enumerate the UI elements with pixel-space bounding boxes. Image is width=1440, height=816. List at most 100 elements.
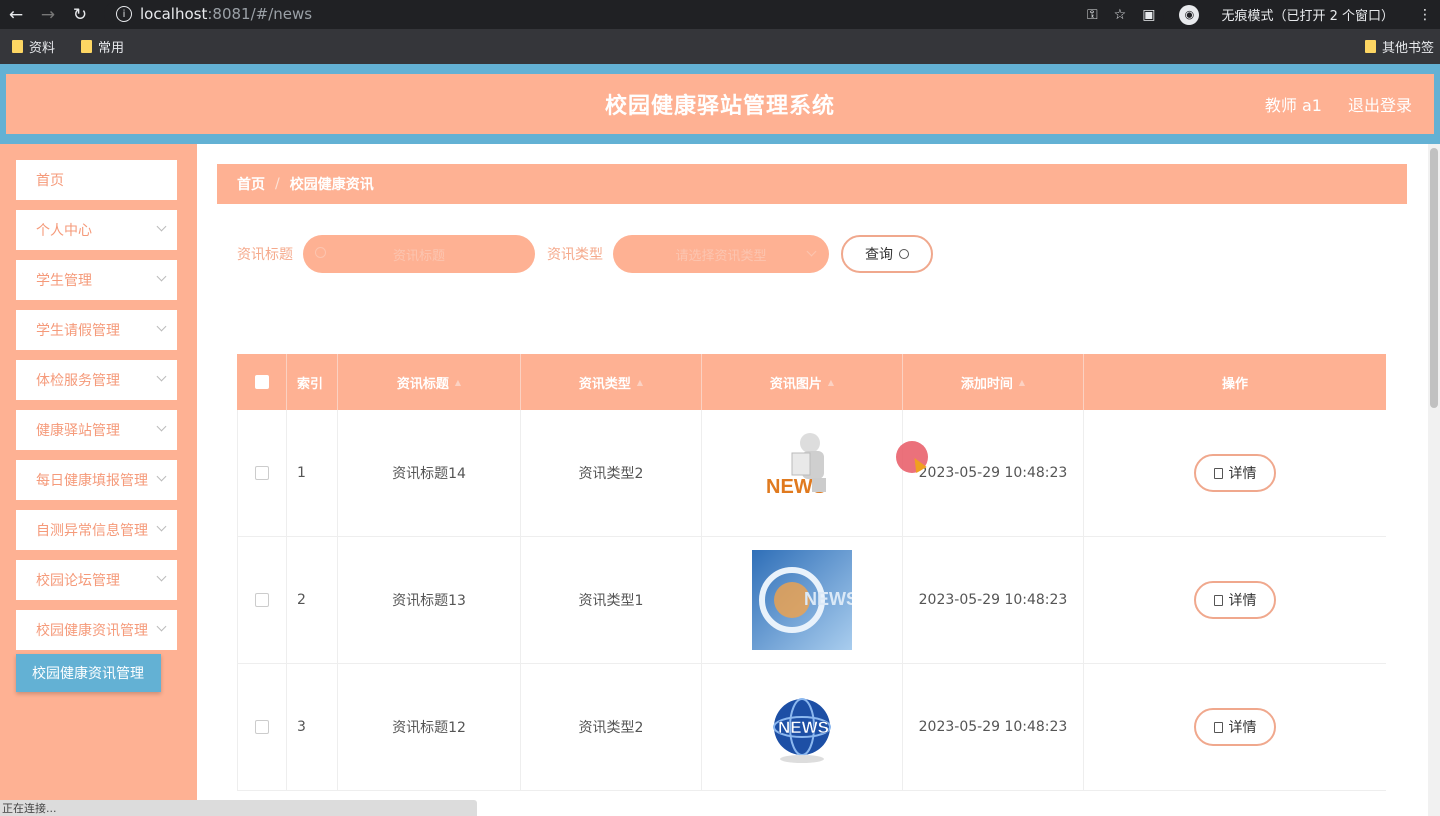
scrollbar-thumb[interactable] <box>1430 148 1438 408</box>
row-checkbox[interactable] <box>255 466 269 480</box>
row-actions: 详情 <box>1084 410 1386 536</box>
row-title: 资讯标题13 <box>338 537 521 663</box>
svg-text:NEWS: NEWS <box>804 589 852 609</box>
sidebar-item-label: 自测异常信息管理 <box>36 523 148 539</box>
column-header-actions: 操作 <box>1221 376 1248 392</box>
row-checkbox[interactable] <box>255 593 269 607</box>
sidebar-item-students[interactable]: 学生管理 <box>16 260 177 300</box>
sidebar-item-label: 每日健康填报管理 <box>36 473 148 489</box>
key-icon[interactable]: ⚿ <box>1087 7 1098 23</box>
main-content: 首页 / 校园健康资讯 资讯标题 资讯标题 资讯类型 请选择资讯类型 查询 索引… <box>197 144 1430 816</box>
document-icon <box>1213 594 1223 606</box>
logout-link[interactable]: 退出登录 <box>1348 92 1412 116</box>
news-thumbnail[interactable]: NEWS <box>752 423 852 523</box>
other-bookmarks-label: 其他书签 <box>1381 41 1434 56</box>
breadcrumb: 首页 / 校园健康资讯 <box>217 164 1407 204</box>
star-icon[interactable]: ☆ <box>1114 7 1127 23</box>
detail-button[interactable]: 详情 <box>1194 581 1276 619</box>
query-button[interactable]: 查询 <box>841 235 933 273</box>
type-select[interactable]: 请选择资讯类型 <box>613 235 829 273</box>
bookmark-folder[interactable]: 常用 <box>81 37 124 56</box>
app-title: 校园健康驿站管理系统 <box>604 94 835 119</box>
bookmark-label: 资料 <box>29 41 56 56</box>
breadcrumb-home[interactable]: 首页 <box>237 174 265 194</box>
sort-icon[interactable]: ▲ <box>455 378 461 387</box>
select-all-checkbox[interactable] <box>254 375 269 389</box>
breadcrumb-current: 校园健康资讯 <box>289 177 374 193</box>
sort-icon[interactable]: ▲ <box>828 378 834 387</box>
browser-actions: ⚿ ☆ ▣ ◉ 无痕模式（已打开 2 个窗口） ⋮ <box>1079 0 1440 29</box>
column-header-title[interactable]: 资讯标题 ▲ <box>338 354 521 410</box>
select-all-cell <box>237 354 287 410</box>
row-title: 资讯标题12 <box>338 664 521 790</box>
current-user: 教师 a1 <box>1264 96 1322 115</box>
app-page: 校园健康驿站管理系统 教师 a1 退出登录 首页 个人中心 学生管理 学生请假管… <box>0 64 1440 816</box>
row-type: 资讯类型1 <box>521 537 702 663</box>
sidebar-item-abnormal[interactable]: 自测异常信息管理 <box>16 510 177 550</box>
sidebar-item-profile[interactable]: 个人中心 <box>16 210 177 250</box>
sidebar-item-home[interactable]: 首页 <box>16 160 177 200</box>
sidebar-item-daily-report[interactable]: 每日健康填报管理 <box>16 460 177 500</box>
page-scrollbar[interactable] <box>1428 144 1440 816</box>
column-header-label: 资讯标题 <box>396 376 449 392</box>
folder-icon <box>12 40 23 53</box>
title-search-input[interactable]: 资讯标题 <box>303 235 535 273</box>
bookmarks-bar: 资料 常用 其他书签 <box>0 29 1440 64</box>
column-header-time[interactable]: 添加时间 ▲ <box>903 354 1084 410</box>
breadcrumb-separator: / <box>275 176 280 192</box>
sidebar-item-label: 校园健康资讯管理 <box>36 623 148 639</box>
row-type: 资讯类型2 <box>521 410 702 536</box>
news-thumbnail[interactable]: NEWS <box>752 550 852 650</box>
sidebar-item-station[interactable]: 健康驿站管理 <box>16 410 177 450</box>
bookmark-folder[interactable]: 资料 <box>12 37 55 56</box>
news-thumbnail[interactable]: NEWS <box>752 677 852 777</box>
table-row: 1 资讯标题14 资讯类型2 NEWS 2023-05-29 10:48:23 … <box>237 410 1386 537</box>
sidebar-item-leave[interactable]: 学生请假管理 <box>16 310 177 350</box>
row-actions: 详情 <box>1084 664 1386 790</box>
header-user-area: 教师 a1 退出登录 <box>1265 74 1412 134</box>
chevron-down-icon <box>156 471 167 482</box>
row-time: 2023-05-29 10:48:23 <box>903 664 1084 790</box>
incognito-icon: ◉ <box>1179 4 1200 25</box>
url-host: localhost <box>140 5 208 23</box>
menu-icon[interactable]: ⋮ <box>1418 7 1432 23</box>
row-title: 资讯标题14 <box>338 410 521 536</box>
sidebar-item-label: 健康驿站管理 <box>36 423 120 439</box>
sidebar-subitem-news[interactable]: 校园健康资讯管理 <box>16 654 161 692</box>
column-header-index: 索引 <box>287 354 338 410</box>
type-select-placeholder: 请选择资讯类型 <box>675 248 767 264</box>
sidebar-item-news[interactable]: 校园健康资讯管理 <box>16 610 177 650</box>
column-header-type[interactable]: 资讯类型 ▲ <box>521 354 702 410</box>
address-bar[interactable]: i localhost:8081/#/news <box>104 1 1164 27</box>
sidebar-item-checkup[interactable]: 体检服务管理 <box>16 360 177 400</box>
row-actions: 详情 <box>1084 537 1386 663</box>
row-checkbox[interactable] <box>255 720 269 734</box>
sidebar-item-label: 校园论坛管理 <box>36 573 120 589</box>
incognito-indicator[interactable]: ◉ 无痕模式（已打开 2 个窗口） <box>1171 4 1402 25</box>
reload-icon[interactable]: ↻ <box>64 0 96 29</box>
forward-icon[interactable]: → <box>32 0 64 29</box>
detail-button[interactable]: 详情 <box>1194 708 1276 746</box>
other-bookmarks[interactable]: 其他书签 <box>1364 29 1434 64</box>
detail-button[interactable]: 详情 <box>1194 454 1276 492</box>
title-search-label: 资讯标题 <box>237 247 293 263</box>
header-frame: 校园健康驿站管理系统 教师 a1 退出登录 <box>0 64 1440 144</box>
folder-icon <box>81 40 93 53</box>
column-header-image[interactable]: 资讯图片 ▲ <box>702 354 903 410</box>
sort-icon[interactable]: ▲ <box>637 378 643 387</box>
folder-icon <box>1364 40 1376 53</box>
chevron-down-icon <box>156 421 167 432</box>
sidebar: 首页 个人中心 学生管理 学生请假管理 体检服务管理 健康驿站管理 每日健康填报… <box>0 144 197 816</box>
sidebar-item-label: 首页 <box>36 173 64 189</box>
sort-icon[interactable]: ▲ <box>1019 378 1025 387</box>
back-icon[interactable]: ← <box>0 0 32 29</box>
query-button-label: 查询 <box>865 247 893 263</box>
table-header: 索引 资讯标题 ▲ 资讯类型 ▲ 资讯图片 ▲ 添加时间 ▲ 操作 <box>237 354 1386 410</box>
site-info-icon[interactable]: i <box>116 6 132 22</box>
chevron-down-icon <box>156 371 167 382</box>
sidebar-item-label: 学生管理 <box>36 273 92 289</box>
sidebar-item-forum[interactable]: 校园论坛管理 <box>16 560 177 600</box>
row-index: 3 <box>287 664 338 790</box>
sidepanel-icon[interactable]: ▣ <box>1142 7 1155 23</box>
sidebar-item-label: 学生请假管理 <box>36 323 120 339</box>
